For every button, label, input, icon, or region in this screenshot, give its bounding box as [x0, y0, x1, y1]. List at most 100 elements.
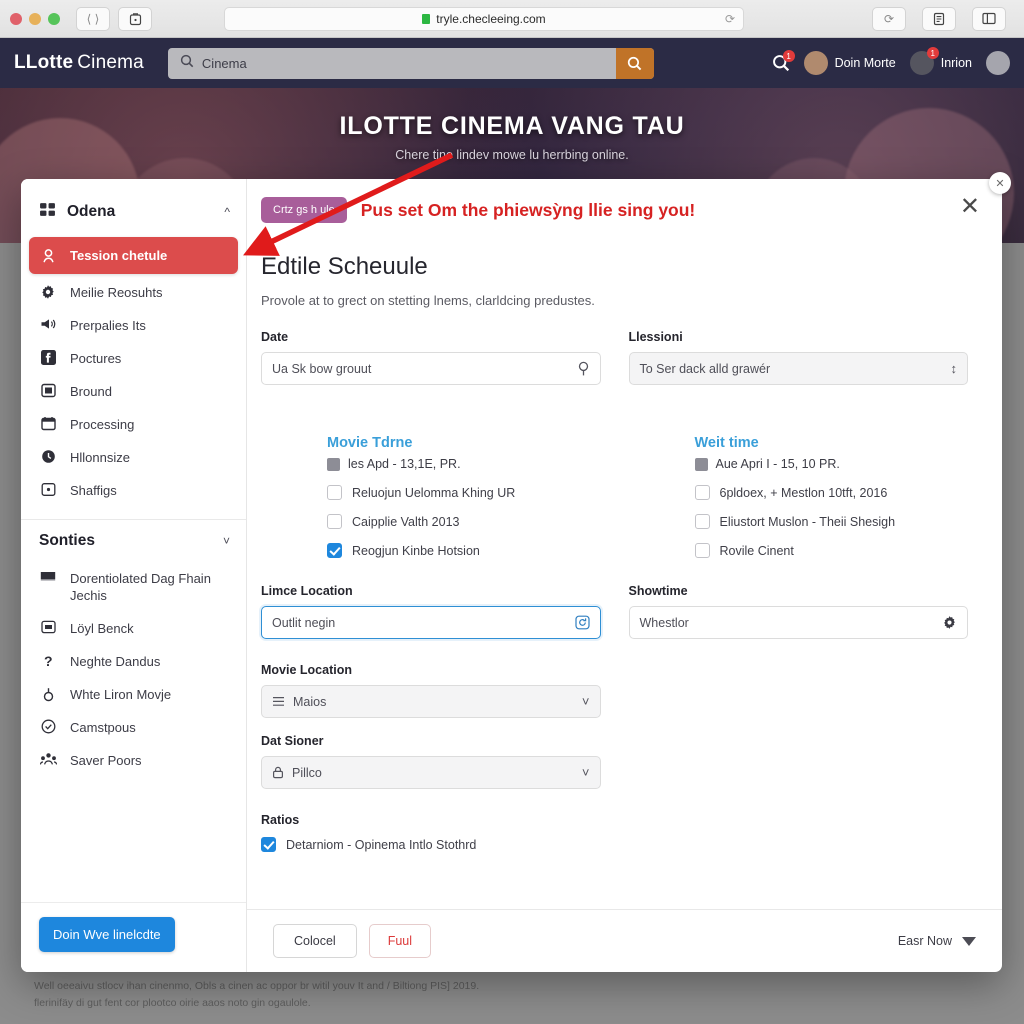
sidebar-item-neghte-dandus[interactable]: ? Neghte Dandus — [21, 645, 246, 678]
url-text: tryle.checleeing.com — [436, 11, 546, 26]
reload-icon[interactable]: ⟳ — [725, 12, 735, 26]
ratios-checkbox-option[interactable]: Detarniom - Opinema Intlo Stothrd — [261, 837, 968, 852]
ratios-block: Ratios Detarniom - Opinema Intlo Stothrd — [261, 813, 968, 852]
sidebar-item-label: Dorentiolated Dag Fhain Jechis — [70, 571, 211, 603]
checkbox-label: Rovile Cinent — [719, 543, 794, 558]
chevron-down-icon[interactable]: ˅ — [223, 534, 230, 548]
chevron-down-icon[interactable]: ˅ — [582, 694, 590, 709]
form-row-3: Limce Location Outlit negin Showtime Whe… — [261, 584, 968, 641]
sidebar-item-shaffigs[interactable]: Shaffigs — [21, 474, 246, 507]
movie-time-line: les Apd - 13,1E, PR. — [327, 457, 601, 471]
checkbox-option[interactable]: Rovile Cinent — [694, 543, 969, 558]
location-pin-icon[interactable] — [577, 361, 590, 377]
minimize-window-button[interactable] — [29, 12, 41, 25]
sidebar-item-meilie-reosuhts[interactable]: Meilie Reosuhts — [21, 276, 246, 309]
calendar-icon — [694, 457, 708, 471]
header-search[interactable] — [167, 47, 654, 79]
field-label: Showtime — [628, 584, 688, 598]
sidebar-item-tession-chetule[interactable]: Tession chetule — [29, 237, 238, 274]
checkbox[interactable] — [694, 514, 710, 529]
brand-bold: LLotte — [14, 52, 74, 73]
limce-location-input[interactable]: Outlit negin — [261, 606, 601, 639]
sidebar-group2-title: Sonties — [39, 532, 95, 549]
form-row-1: Date Ua Sk bow grouut Llessioni To Ser d… — [261, 330, 968, 387]
checkbox-option[interactable]: 6pldoex, + Mestlon 10tft, 2016 — [694, 485, 969, 500]
lessioni-input[interactable]: To Ser dack alld grawér ↕ — [628, 352, 968, 385]
form-row-5-spacer — [629, 734, 969, 791]
checkbox-option[interactable]: Eliustort Muslon - Theii Shesigh — [694, 514, 969, 529]
sidebar-item-prerpalies-its[interactable]: Prerpalies Its — [21, 309, 246, 342]
checkbox[interactable] — [327, 485, 342, 500]
chevron-up-icon[interactable]: ^ — [224, 205, 230, 219]
gear-icon[interactable] — [942, 615, 957, 630]
close-icon[interactable]: ✕ — [989, 172, 1011, 194]
header-user[interactable]: Doin Morte — [803, 51, 896, 75]
close-window-button[interactable] — [10, 12, 22, 25]
share-icon[interactable]: ⟳ — [872, 6, 906, 31]
movie-location-select[interactable]: Maios ˅ — [261, 685, 601, 718]
modal-content: ✕ Crtz gs h ule Pus set Om the phiewsỳng… — [247, 179, 1002, 972]
clock-icon — [39, 449, 57, 464]
search-submit-button[interactable] — [615, 47, 654, 79]
sidebar-item-label: Neghte Dandus — [70, 654, 161, 669]
sidebar-item-poctures[interactable]: Poctures — [21, 342, 246, 375]
status-badge[interactable]: Crtz gs h ule — [261, 197, 347, 223]
header-user-name: Doin Morte — [834, 56, 896, 70]
sidebar-item-loyl-benck[interactable]: Löyl Benck — [21, 612, 246, 645]
modal-sidebar: Odena ^ Tession chetule Meilie Reosuhts — [21, 179, 247, 972]
date-input[interactable]: Ua Sk bow grouut — [261, 352, 601, 385]
sidebar-item-saver-poors[interactable]: Saver Poors — [21, 744, 246, 777]
sidebar-item-camstpous[interactable]: Camstpous — [21, 711, 246, 744]
limce-location-value: Outlit negin — [272, 615, 336, 630]
checkbox[interactable] — [694, 485, 710, 500]
checkbox-option[interactable]: Caipplie Valth 2013 — [327, 514, 601, 529]
header-profile-avatar[interactable] — [986, 51, 1010, 75]
cancel-button[interactable]: Colocel — [273, 924, 357, 958]
sidebar-item-label: Whte Liron Movje — [70, 687, 172, 702]
refresh-circle-icon[interactable] — [574, 615, 590, 630]
gear-icon — [39, 284, 57, 300]
caret-down-icon[interactable] — [962, 936, 976, 946]
sidebar-group-odena[interactable]: Odena ^ — [21, 193, 246, 235]
checkbox[interactable] — [261, 837, 276, 852]
sidebar-icon[interactable] — [972, 6, 1006, 31]
header-search-icon-button[interactable]: 1 — [772, 50, 795, 72]
chevron-down-icon[interactable]: ˅ — [582, 765, 590, 780]
maximize-window-button[interactable] — [48, 12, 60, 25]
sidebar-item-label: Saver Poors — [70, 753, 142, 768]
sidebar-item-whte-liron-movje[interactable]: Whte Liron Movje — [21, 678, 246, 711]
sidebar-group-sonties[interactable]: Sonties ˅ — [21, 524, 246, 562]
reading-list-icon[interactable] — [922, 6, 956, 31]
back-forward-icon[interactable]: ⟨ ⟩ — [76, 6, 110, 31]
checkbox[interactable] — [327, 514, 342, 529]
site-header: LLotteCinema 1 Doin Morte 1 — [0, 38, 1024, 88]
checkbox-option[interactable]: Reogjun Kinbe Hotsion — [327, 543, 601, 558]
address-bar[interactable]: tryle.checleeing.com ⟳ — [224, 6, 744, 31]
hero-subtitle: Chere tine lindev mowe lu herrbing onlin… — [395, 148, 629, 162]
field-date: Date Ua Sk bow grouut — [261, 330, 601, 385]
checkbox[interactable] — [694, 543, 710, 558]
stepper-icon[interactable]: ↕ — [951, 361, 958, 376]
site-logo[interactable]: LLotte Cinema — [14, 52, 144, 74]
sidebar-item-dorentiolated-dag-fhain-jechis[interactable]: Dorentiolated Dag Fhain Jechis — [21, 562, 246, 612]
tab-overview-icon[interactable] — [118, 6, 152, 31]
modal-footer: Colocel Fuul Easr Now — [247, 909, 1002, 972]
checkbox-option[interactable]: Reluojun Uelomma Khing UR — [327, 485, 601, 500]
svg-text:?: ? — [44, 653, 53, 669]
header-menu[interactable]: 1 Inrion — [909, 47, 972, 75]
browser-toolbar: ⟨ ⟩ tryle.checleeing.com ⟳ ⟳ — [0, 0, 1024, 38]
sidebar-item-processing[interactable]: Processing — [21, 408, 246, 441]
search-input[interactable] — [201, 55, 616, 71]
dat-sioner-select[interactable]: Pillco ˅ — [261, 756, 601, 789]
sidebar-cta-button[interactable]: Doin Wve linelcdte — [39, 917, 175, 952]
checkbox[interactable] — [327, 543, 342, 558]
field-dat-sioner: Dat Sioner Pillco ˅ — [261, 734, 601, 789]
close-icon[interactable]: ✕ — [960, 195, 980, 219]
sidebar-item-hllonnsize[interactable]: Hllonnsize — [21, 441, 246, 474]
window-traffic-lights[interactable] — [10, 12, 60, 25]
showtime-input[interactable]: Whestlor — [628, 606, 968, 639]
footer-right-control[interactable]: Easr Now — [898, 934, 976, 948]
submit-button[interactable]: Fuul — [368, 924, 432, 958]
sidebar-item-bround[interactable]: Bround — [21, 375, 246, 408]
modal-scroll-area: ✕ Crtz gs h ule Pus set Om the phiewsỳng… — [247, 179, 1002, 909]
